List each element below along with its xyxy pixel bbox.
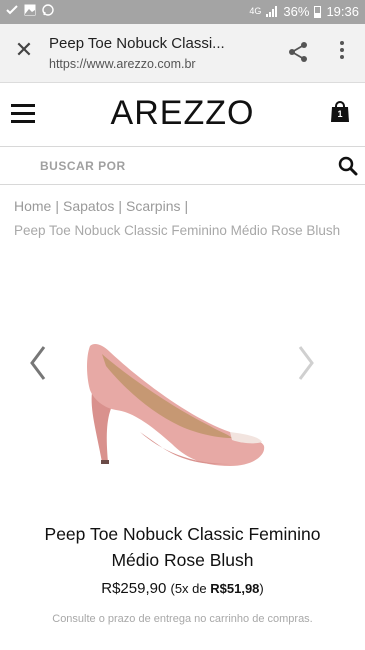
more-options-icon[interactable] — [338, 41, 346, 63]
product-price: R$259,90 — [101, 580, 167, 597]
download-check-icon — [6, 5, 18, 15]
browser-page-title: Peep Toe Nobuck Classi... — [49, 35, 225, 52]
breadcrumb-scarpins[interactable]: Scarpins — [126, 198, 180, 214]
search-icon[interactable] — [338, 156, 358, 176]
site-header: AREZZO 1 — [0, 83, 365, 147]
browser-url[interactable]: https://www.arezzo.com.br — [49, 57, 196, 71]
breadcrumb: Home | Sapatos | Scarpins | — [14, 198, 192, 214]
clock: 19:36 — [326, 4, 359, 19]
next-image-arrow-icon[interactable] — [294, 343, 318, 383]
product-image[interactable] — [80, 340, 270, 470]
breadcrumb-separator: | — [184, 198, 189, 214]
browser-toolbar: ✕ Peep Toe Nobuck Classi... https://www.… — [0, 24, 365, 83]
search-input[interactable] — [40, 157, 310, 175]
installments-prefix: (5x de — [170, 581, 207, 596]
cart-count-badge: 1 — [337, 109, 343, 119]
previous-image-arrow-icon[interactable] — [26, 343, 50, 383]
battery-icon — [314, 5, 322, 18]
installments: (5x de R$51,98) — [170, 581, 263, 596]
signal-icon — [266, 6, 278, 17]
battery-percent: 36% — [283, 4, 310, 19]
status-right: 4G 36% 19:36 — [249, 4, 359, 19]
cart-button[interactable]: 1 — [330, 101, 350, 123]
breadcrumb-home[interactable]: Home — [14, 198, 51, 214]
breadcrumb-current: Peep Toe Nobuck Classic Feminino Médio R… — [14, 223, 341, 238]
network-type: 4G — [249, 6, 262, 16]
installments-value: R$51,98 — [210, 581, 260, 596]
status-bar: 4G 36% 19:36 — [0, 0, 365, 24]
price-line: R$259,90 (5x de R$51,98) — [0, 580, 365, 597]
breadcrumb-sapatos[interactable]: Sapatos — [63, 198, 114, 214]
installments-suffix: ) — [259, 581, 264, 596]
shipping-note: Consulte o prazo de entrega no carrinho … — [52, 613, 313, 625]
brand-logo[interactable]: AREZZO — [0, 94, 365, 133]
status-left-icons — [6, 4, 54, 16]
product-name: Peep Toe Nobuck Classic Feminino Médio R… — [44, 524, 321, 570]
gallery-icon — [24, 4, 36, 16]
share-icon[interactable] — [287, 41, 309, 63]
close-icon[interactable]: ✕ — [12, 38, 36, 62]
breadcrumb-separator: | — [55, 198, 59, 214]
search-bar — [0, 147, 365, 185]
whatsapp-icon — [42, 4, 54, 16]
breadcrumb-separator: | — [118, 198, 123, 214]
